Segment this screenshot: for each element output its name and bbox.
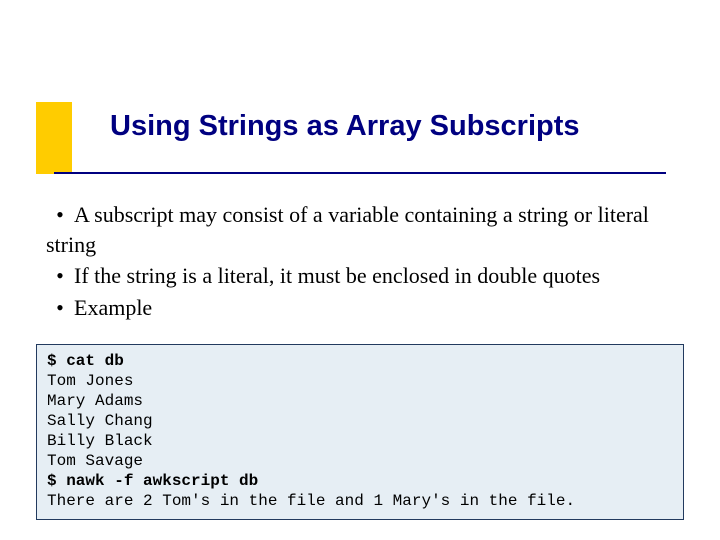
code-command: $ nawk -f awkscript db: [47, 471, 673, 491]
bullet-item: •A subscript may consist of a variable c…: [46, 200, 696, 259]
title-underline: [54, 172, 666, 174]
bullet-text: Example: [74, 295, 152, 320]
bullet-item: •Example: [46, 293, 696, 323]
code-line: Mary Adams: [47, 391, 673, 411]
code-line: Tom Jones: [47, 371, 673, 391]
code-line: Sally Chang: [47, 411, 673, 431]
accent-block: [36, 102, 72, 174]
bullet-text: A subscript may consist of a variable co…: [46, 202, 649, 257]
code-line: Billy Black: [47, 431, 673, 451]
bullet-text: If the string is a literal, it must be e…: [74, 263, 600, 288]
code-output: There are 2 Tom's in the file and 1 Mary…: [47, 491, 673, 511]
code-command: $ cat db: [47, 351, 673, 371]
slide-title: Using Strings as Array Subscripts: [110, 110, 580, 143]
code-line: Tom Savage: [47, 451, 673, 471]
code-block: $ cat db Tom Jones Mary Adams Sally Chan…: [36, 344, 684, 520]
bullet-item: •If the string is a literal, it must be …: [46, 261, 696, 291]
slide: Using Strings as Array Subscripts •A sub…: [0, 0, 720, 540]
bullet-list: •A subscript may consist of a variable c…: [46, 200, 696, 325]
